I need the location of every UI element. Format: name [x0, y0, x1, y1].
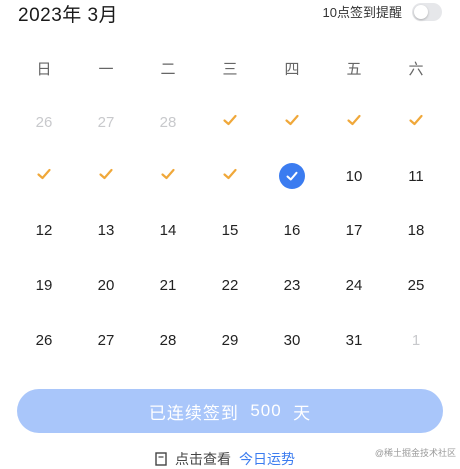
day-number: 21	[159, 276, 177, 294]
day-cell[interactable]: 18	[396, 215, 436, 245]
day-number: 27	[97, 113, 115, 131]
day-number: 16	[283, 221, 301, 239]
weekday-mon: 一	[98, 61, 114, 78]
reminder-toggle[interactable]	[412, 2, 442, 21]
document-icon	[155, 452, 167, 466]
day-number: 27	[97, 331, 115, 349]
day-number: 28	[159, 331, 177, 349]
day-cell[interactable]: 11	[396, 161, 436, 191]
day-number: 28	[159, 113, 177, 131]
day-cell[interactable]: 23	[272, 270, 312, 300]
day-cell[interactable]: 29	[210, 325, 250, 355]
fortune-footer: 点击查看 今日运势	[155, 449, 295, 469]
check-circle-icon	[279, 163, 305, 189]
weekday-wed: 三	[222, 61, 238, 78]
day-cell[interactable]: 12	[24, 215, 64, 245]
check-icon	[346, 112, 362, 132]
day-number: 24	[345, 276, 363, 294]
day-cell-other-month[interactable]: 28	[148, 107, 188, 137]
day-number: 23	[283, 276, 301, 294]
day-cell[interactable]: 24	[334, 270, 374, 300]
day-cell[interactable]: 19	[24, 270, 64, 300]
calendar-header: 2023年 3月 10点签到提醒	[0, 0, 460, 26]
day-cell-checked[interactable]	[334, 107, 374, 137]
day-number: 26	[35, 113, 53, 131]
day-cell-checked[interactable]	[272, 107, 312, 137]
day-cell-checked[interactable]	[86, 161, 126, 191]
day-number: 19	[35, 276, 53, 294]
streak-suffix: 天	[293, 403, 312, 423]
check-icon	[408, 112, 424, 132]
day-cell[interactable]: 13	[86, 215, 126, 245]
day-number: 18	[407, 221, 425, 239]
day-number: 26	[35, 331, 53, 349]
month-title: 2023年 3月	[18, 5, 119, 26]
day-number: 30	[283, 331, 301, 349]
footer-prompt: 点击查看	[175, 451, 231, 467]
day-number: 29	[221, 331, 239, 349]
day-cell[interactable]: 17	[334, 215, 374, 245]
day-cell[interactable]: 31	[334, 325, 374, 355]
day-number: 31	[345, 331, 363, 349]
weekday-tue: 二	[160, 61, 176, 78]
reminder-label: 10点签到提醒	[322, 5, 402, 20]
day-number: 25	[407, 276, 425, 294]
check-icon	[36, 166, 52, 186]
day-number: 17	[345, 221, 363, 239]
day-cell-today[interactable]	[272, 161, 312, 191]
day-cell[interactable]: 25	[396, 270, 436, 300]
check-icon	[222, 112, 238, 132]
day-cell[interactable]: 14	[148, 215, 188, 245]
day-cell-checked[interactable]	[396, 107, 436, 137]
weekday-sat: 六	[408, 61, 424, 78]
day-cell-checked[interactable]	[210, 107, 250, 137]
streak-count: 500	[250, 401, 282, 420]
weekday-sun: 日	[36, 61, 52, 78]
weekday-row: 日 一 二 三 四 五 六	[0, 58, 460, 78]
day-cell-other-month[interactable]: 1	[396, 325, 436, 355]
day-cell-other-month[interactable]: 26	[24, 107, 64, 137]
day-number: 12	[35, 221, 53, 239]
watermark: @稀土掘金技术社区	[374, 448, 456, 458]
day-number: 11	[408, 167, 424, 185]
day-cell[interactable]: 20	[86, 270, 126, 300]
day-cell-checked[interactable]	[210, 161, 250, 191]
day-number: 22	[221, 276, 239, 294]
day-number: 20	[97, 276, 115, 294]
check-icon	[222, 166, 238, 186]
day-cell[interactable]: 22	[210, 270, 250, 300]
day-cell-checked[interactable]	[24, 161, 64, 191]
day-cell[interactable]: 30	[272, 325, 312, 355]
weekday-fri: 五	[346, 61, 362, 78]
day-number: 13	[97, 221, 115, 239]
day-cell[interactable]: 26	[24, 325, 64, 355]
check-icon	[160, 166, 176, 186]
weekday-thu: 四	[284, 61, 300, 78]
day-cell[interactable]: 15	[210, 215, 250, 245]
day-cell[interactable]: 21	[148, 270, 188, 300]
check-icon	[98, 166, 114, 186]
day-cell-other-month[interactable]: 27	[86, 107, 126, 137]
toggle-knob	[414, 4, 428, 19]
day-cell-checked[interactable]	[148, 161, 188, 191]
day-number: 14	[159, 221, 177, 239]
fortune-link[interactable]: 今日运势	[239, 449, 295, 469]
day-number: 1	[411, 331, 421, 349]
day-cell[interactable]: 16	[272, 215, 312, 245]
check-icon	[284, 112, 300, 132]
streak-button[interactable]: 已连续签到 500 天	[17, 389, 443, 433]
reminder-setting: 10点签到提醒	[323, 2, 442, 21]
day-number: 10	[345, 167, 363, 185]
day-cell[interactable]: 27	[86, 325, 126, 355]
streak-prefix: 已连续签到	[148, 403, 239, 423]
day-cell[interactable]: 10	[334, 161, 374, 191]
day-number: 15	[221, 221, 239, 239]
day-cell[interactable]: 28	[148, 325, 188, 355]
